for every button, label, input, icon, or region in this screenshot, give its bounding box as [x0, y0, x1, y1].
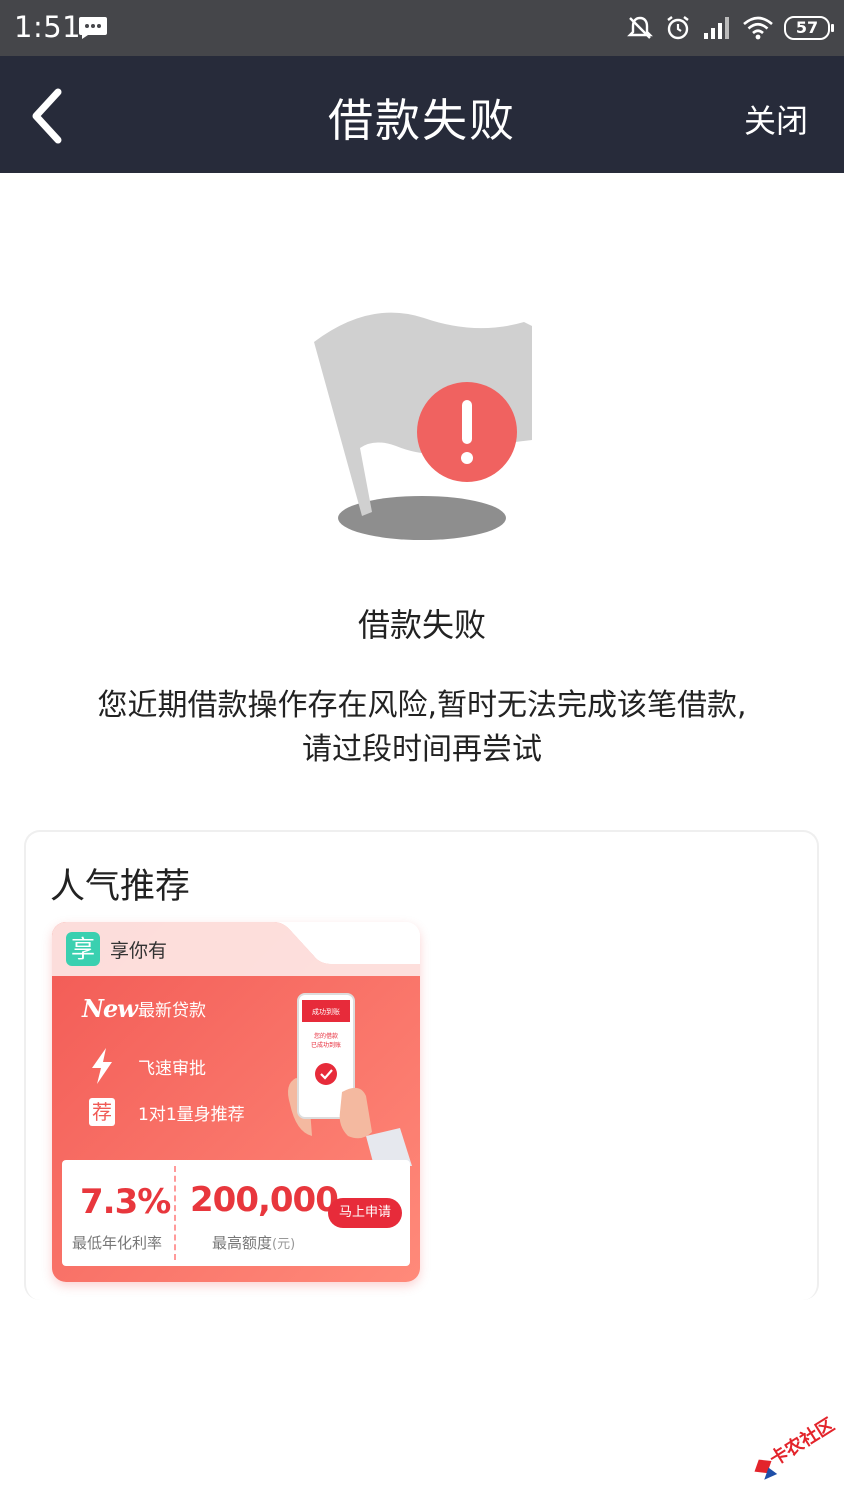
- description-line-2: 请过段时间再尝试: [302, 732, 542, 767]
- product-info-panel: 7.3% 最低年化利率 200,000 最高额度(元) 马上申请: [62, 1160, 410, 1266]
- recommend-tag-icon: 荐: [89, 1098, 115, 1126]
- feature-fast: 飞速审批: [82, 1048, 206, 1084]
- page-title: 借款失败: [327, 94, 516, 147]
- result-description: 您近期借款操作存在风险,暂时无法完成该笔借款, 请过段时间再尝试: [60, 684, 784, 772]
- phone-in-hand-illustration: 成功到账 您的借款 已成功到账: [288, 993, 412, 1166]
- lightning-icon: [92, 1048, 112, 1084]
- message-icon: [79, 17, 107, 39]
- new-badge-icon: New: [82, 994, 138, 1023]
- product-card[interactable]: 享 享你有 New 最新贷款 飞速审批 荐 1对1量身推荐 成功到账 您的借款 …: [52, 922, 420, 1282]
- nav-bar: 借款失败 关闭: [0, 56, 844, 173]
- close-button[interactable]: 关闭: [744, 96, 808, 142]
- result-title: 借款失败: [357, 606, 486, 644]
- amount-unit: (元): [272, 1237, 296, 1252]
- feature-label: 最新贷款: [138, 1001, 206, 1021]
- brand-name: 享你有: [110, 940, 168, 962]
- feature-new: New 最新贷款: [82, 994, 206, 1023]
- phone-screen-text-1: 您的借款: [314, 1032, 338, 1040]
- phone-screen-text-2: 已成功到账: [311, 1041, 341, 1049]
- brand-logo: 享: [66, 932, 100, 966]
- watermark-text: 卡农社区: [766, 1414, 836, 1471]
- dashed-divider: [174, 1166, 176, 1260]
- amount-value: 200,000: [190, 1180, 339, 1220]
- feature-label: 1对1量身推荐: [138, 1104, 245, 1125]
- status-time: 1:51: [14, 10, 82, 44]
- alarm-icon: [667, 16, 689, 40]
- watermark-logo: 卡农社区: [754, 1414, 836, 1480]
- mute-icon: [627, 16, 653, 39]
- description-line-1: 您近期借款操作存在风险,暂时无法完成该笔借款,: [97, 688, 747, 723]
- recommend-section: 人气推荐 享 享你有 New 最新贷款 飞速审批 荐 1对1量身推荐 成功到账 …: [24, 830, 819, 1300]
- failure-flag-icon: [314, 312, 532, 540]
- signal-icon: [704, 17, 729, 39]
- status-icons: 57: [626, 12, 834, 44]
- wifi-icon: [743, 16, 773, 40]
- recommend-title: 人气推荐: [50, 867, 191, 907]
- feature-label: 飞速审批: [138, 1058, 206, 1079]
- amount-label-text: 最高额度: [212, 1234, 273, 1252]
- status-bar: 1:51 57: [0, 0, 844, 56]
- apply-now-button[interactable]: 马上申请: [328, 1198, 402, 1228]
- rate-value: 7.3%: [80, 1182, 171, 1222]
- battery-icon: 57: [784, 16, 834, 40]
- amount-label: 最高额度(元): [212, 1232, 295, 1253]
- feature-personal: 荐 1对1量身推荐: [82, 1098, 245, 1126]
- rate-label: 最低年化利率: [72, 1234, 163, 1252]
- phone-screen-title: 成功到账: [312, 1007, 340, 1016]
